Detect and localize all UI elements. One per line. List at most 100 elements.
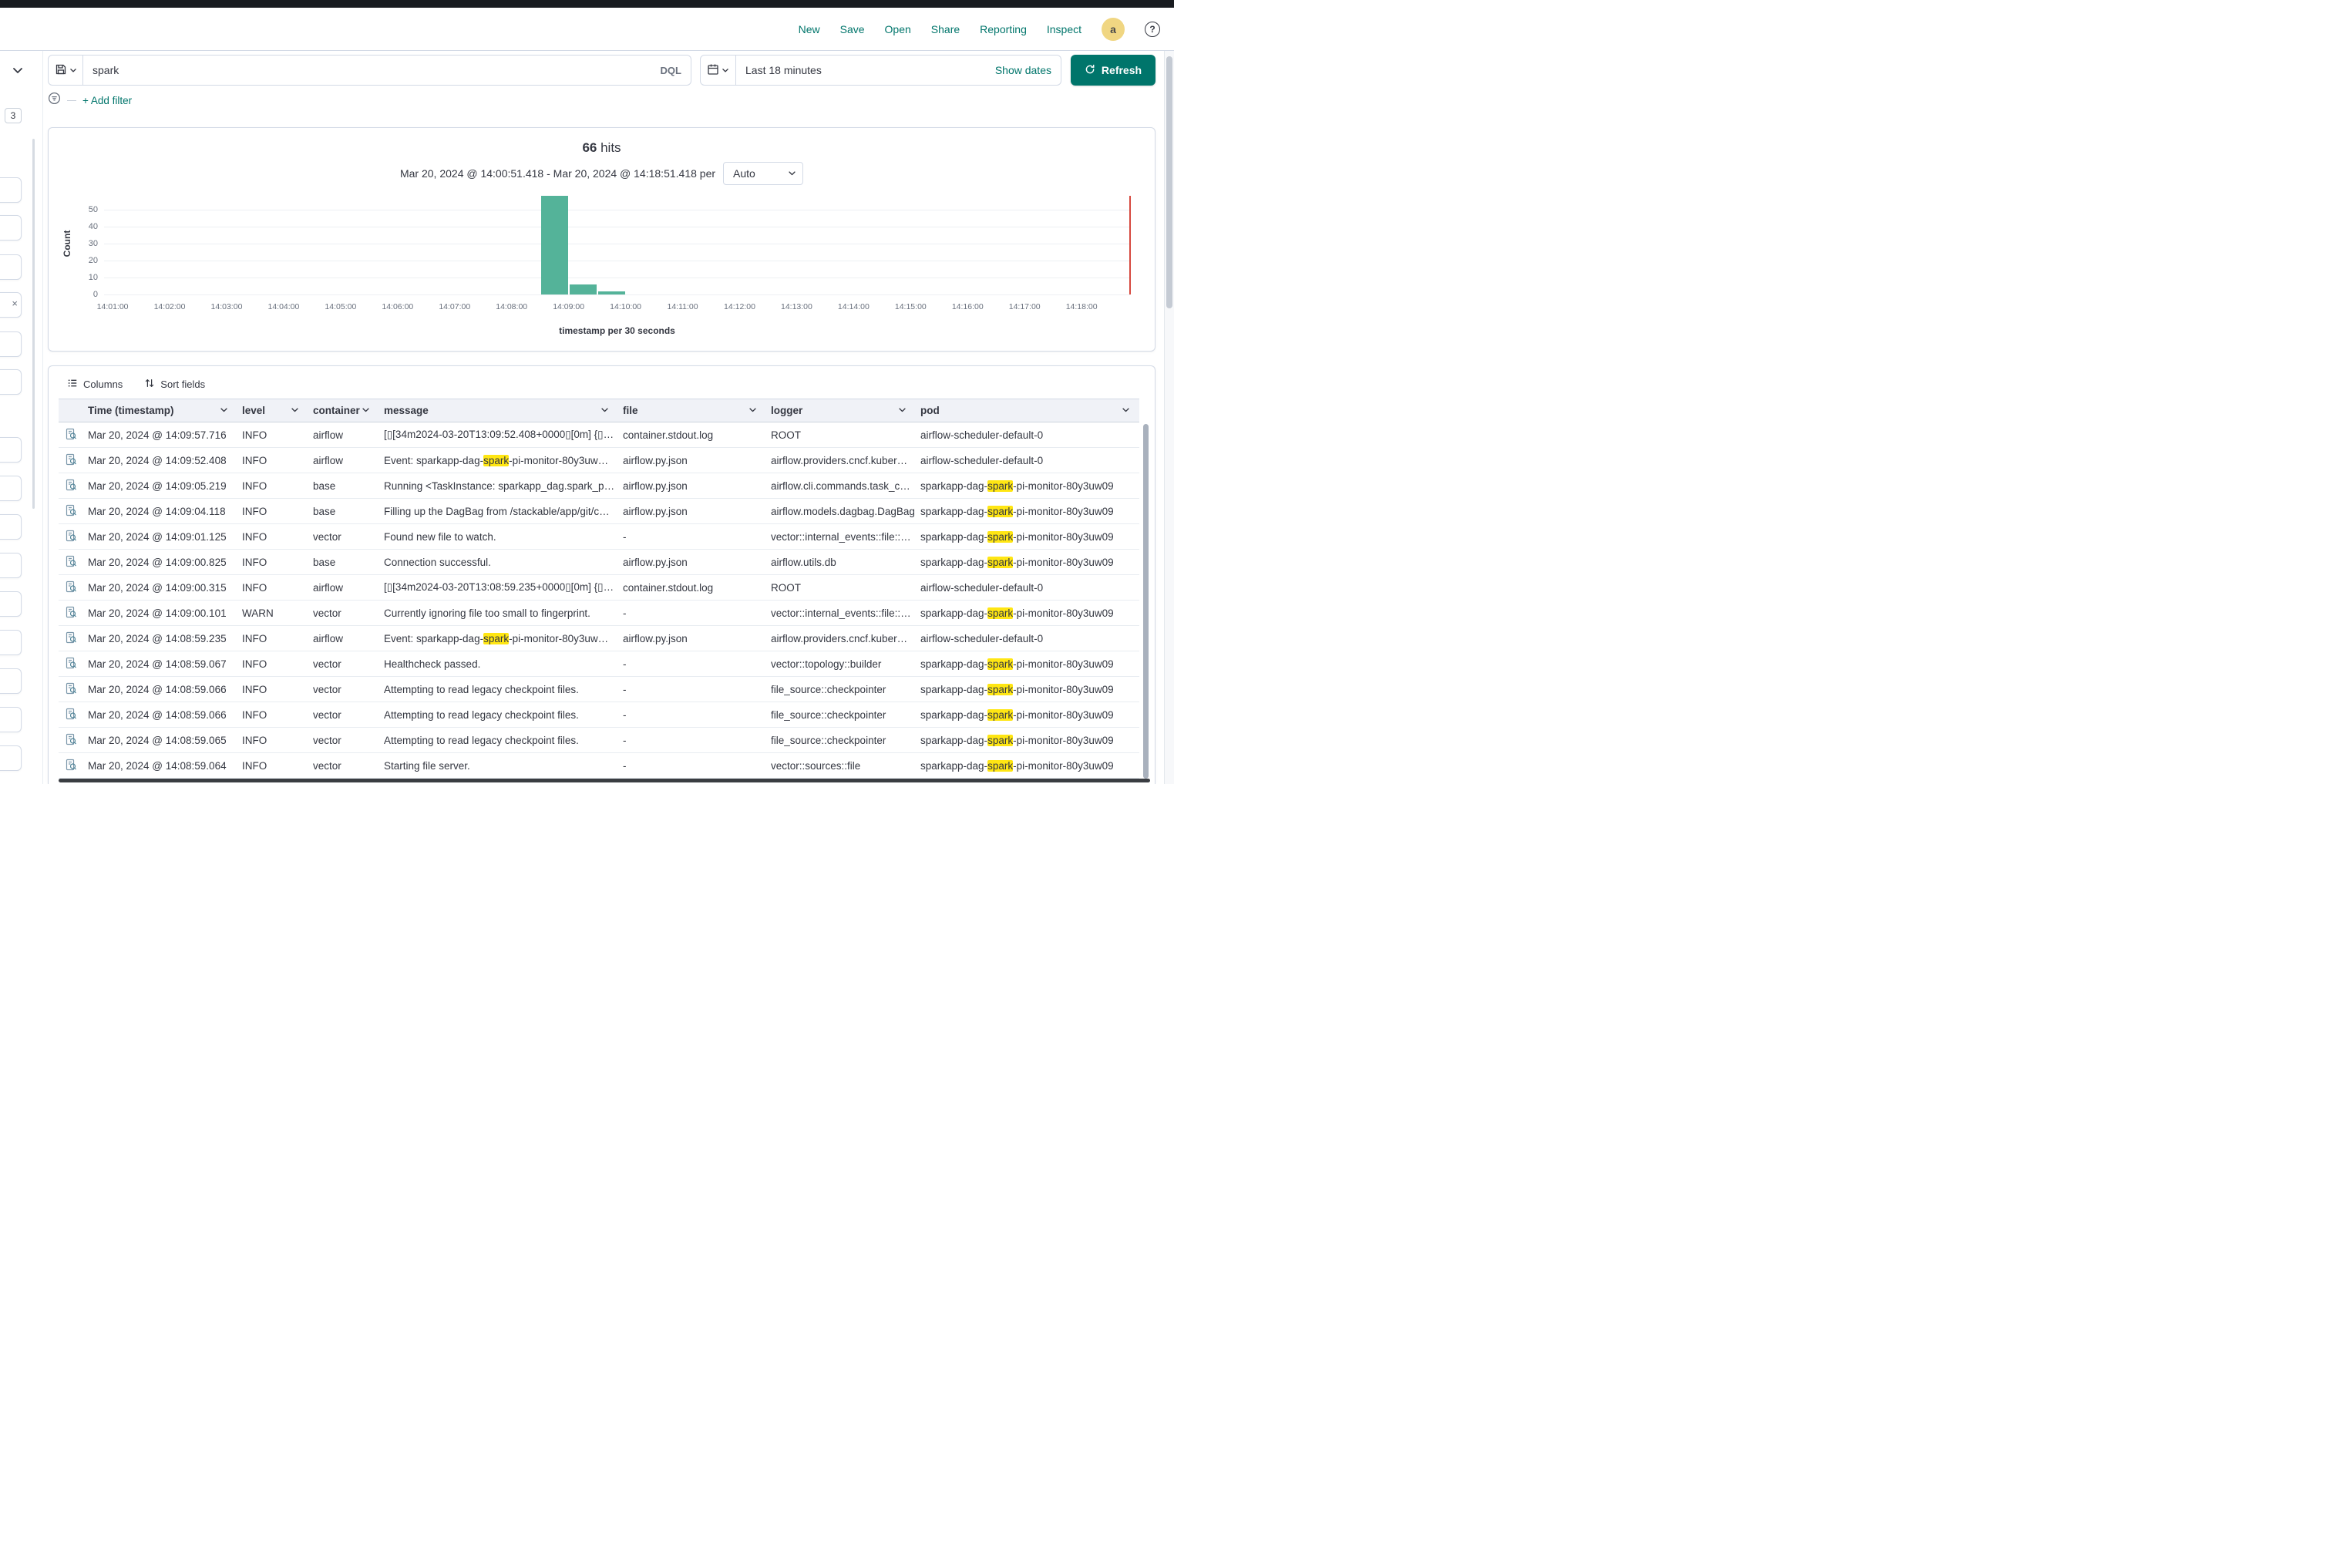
field-pill[interactable] — [0, 215, 22, 241]
cell-level: INFO — [237, 455, 308, 466]
column-header-label: file — [623, 405, 638, 416]
field-pill[interactable] — [0, 707, 22, 732]
cell-pod: sparkapp-dag-spark-pi-monitor-80y3uw09 — [916, 480, 1139, 492]
expand-document-button[interactable] — [62, 732, 79, 749]
expand-document-button[interactable] — [62, 503, 79, 520]
column-header-pod[interactable]: pod — [916, 405, 1139, 416]
y-axis-tick-label: 50 — [72, 205, 98, 214]
cell-file: airflow.py.json — [618, 480, 766, 492]
cell-level: INFO — [237, 531, 308, 543]
field-pill[interactable] — [0, 476, 22, 501]
expand-document-button[interactable] — [62, 630, 79, 647]
add-filter-button[interactable]: + Add filter — [82, 95, 132, 106]
table-horizontal-scrollbar-thumb[interactable] — [59, 779, 1150, 782]
column-header-message[interactable]: message — [379, 405, 618, 416]
expand-document-button[interactable] — [62, 655, 79, 672]
expand-document-button[interactable] — [62, 554, 79, 570]
expand-document-button[interactable] — [62, 528, 79, 545]
expand-document-button[interactable] — [62, 477, 79, 494]
browser-chrome-strip — [0, 0, 1174, 8]
field-pill[interactable] — [0, 553, 22, 578]
expand-document-button[interactable] — [62, 426, 79, 443]
column-header-file[interactable]: file — [618, 405, 766, 416]
expand-document-button[interactable] — [62, 706, 79, 723]
cell-logger: file_source::checkpointer — [766, 735, 916, 746]
search-highlight: spark — [483, 633, 509, 644]
cell-pod: sparkapp-dag-spark-pi-monitor-80y3uw09 — [916, 735, 1139, 746]
nav-link-new[interactable]: New — [799, 23, 820, 35]
field-pill[interactable] — [0, 177, 22, 203]
nav-link-save[interactable]: Save — [840, 23, 865, 35]
cell-file: - — [618, 658, 766, 670]
field-pill[interactable]: × — [0, 292, 22, 318]
field-pill[interactable] — [0, 668, 22, 694]
nav-link-share[interactable]: Share — [931, 23, 960, 35]
expand-document-button[interactable] — [62, 452, 79, 469]
app-header: New Save Open Share Reporting Inspect a … — [0, 8, 1174, 51]
cell-container: airflow — [308, 429, 379, 441]
sort-fields-button[interactable]: Sort fields — [144, 378, 205, 391]
expand-document-button[interactable] — [62, 579, 79, 596]
cell-container: vector — [308, 709, 379, 721]
cell-level: INFO — [237, 582, 308, 594]
field-pill[interactable] — [0, 331, 22, 357]
query-language-button[interactable]: DQL — [661, 65, 691, 76]
histogram-chart: Count timestamp per 30 seconds 010203040… — [49, 128, 1155, 351]
field-pill[interactable] — [0, 591, 22, 617]
cell-message: Healthcheck passed. — [379, 658, 618, 670]
cell-file: airflow.py.json — [618, 633, 766, 644]
cell-logger: airflow.utils.db — [766, 557, 916, 568]
saved-query-menu-button[interactable] — [48, 55, 83, 86]
column-header-label: level — [242, 405, 265, 416]
nav-link-inspect[interactable]: Inspect — [1047, 23, 1081, 35]
cell-actions — [59, 426, 83, 443]
help-icon[interactable]: ? — [1145, 22, 1160, 37]
cell-pod: sparkapp-dag-spark-pi-monitor-80y3uw09 — [916, 684, 1139, 695]
cell-file: - — [618, 684, 766, 695]
x-axis-tick-label: 14:12:00 — [716, 302, 762, 311]
sidebar-collapse-button[interactable] — [6, 59, 29, 82]
x-axis-tick-label: 14:17:00 — [1001, 302, 1048, 311]
field-pill[interactable] — [0, 437, 22, 463]
nav-link-open[interactable]: Open — [885, 23, 911, 35]
field-pill[interactable] — [0, 745, 22, 771]
search-highlight: spark — [987, 531, 1013, 543]
expand-document-button[interactable] — [62, 681, 79, 698]
field-pill[interactable] — [0, 630, 22, 655]
histogram-bar[interactable] — [541, 196, 568, 294]
column-header-level[interactable]: level — [237, 405, 308, 416]
table-row: Mar 20, 2024 @ 14:09:05.219INFObaseRunni… — [59, 473, 1139, 499]
cell-level: INFO — [237, 709, 308, 721]
refresh-button[interactable]: Refresh — [1071, 55, 1155, 86]
column-header-logger[interactable]: logger — [766, 405, 916, 416]
cell-time: Mar 20, 2024 @ 14:08:59.066 — [83, 684, 237, 695]
histogram-bar[interactable] — [570, 284, 597, 294]
field-pill[interactable] — [0, 369, 22, 395]
cell-container: vector — [308, 684, 379, 695]
column-header-label: container — [313, 405, 360, 416]
table-vertical-scrollbar-thumb[interactable] — [1143, 424, 1149, 779]
expand-document-button[interactable] — [62, 604, 79, 621]
avatar[interactable]: a — [1102, 18, 1125, 41]
histogram-bar[interactable] — [598, 291, 625, 294]
x-axis-tick-label: 14:06:00 — [375, 302, 421, 311]
time-range-button[interactable]: Last 18 minutes — [745, 64, 822, 76]
columns-button[interactable]: Columns — [67, 378, 123, 391]
cell-actions — [59, 579, 83, 596]
nav-link-reporting[interactable]: Reporting — [980, 23, 1027, 35]
page-scrollbar-thumb[interactable] — [1166, 56, 1172, 308]
search-highlight: spark — [987, 607, 1013, 619]
sidebar-scrollbar[interactable] — [32, 139, 35, 509]
field-pill[interactable] — [0, 514, 22, 540]
column-header-container[interactable]: container — [308, 405, 379, 416]
show-dates-button[interactable]: Show dates — [995, 64, 1051, 76]
remove-field-icon[interactable]: × — [12, 298, 18, 308]
column-header-time[interactable]: Time (timestamp) — [83, 405, 237, 416]
x-axis-tick-label: 14:04:00 — [261, 302, 307, 311]
expand-document-button[interactable] — [62, 757, 79, 774]
cell-time: Mar 20, 2024 @ 14:09:00.315 — [83, 582, 237, 594]
search-input[interactable] — [83, 64, 661, 76]
date-picker-button[interactable] — [700, 55, 736, 86]
field-pill[interactable] — [0, 254, 22, 280]
page-scrollbar-track — [1164, 51, 1174, 784]
